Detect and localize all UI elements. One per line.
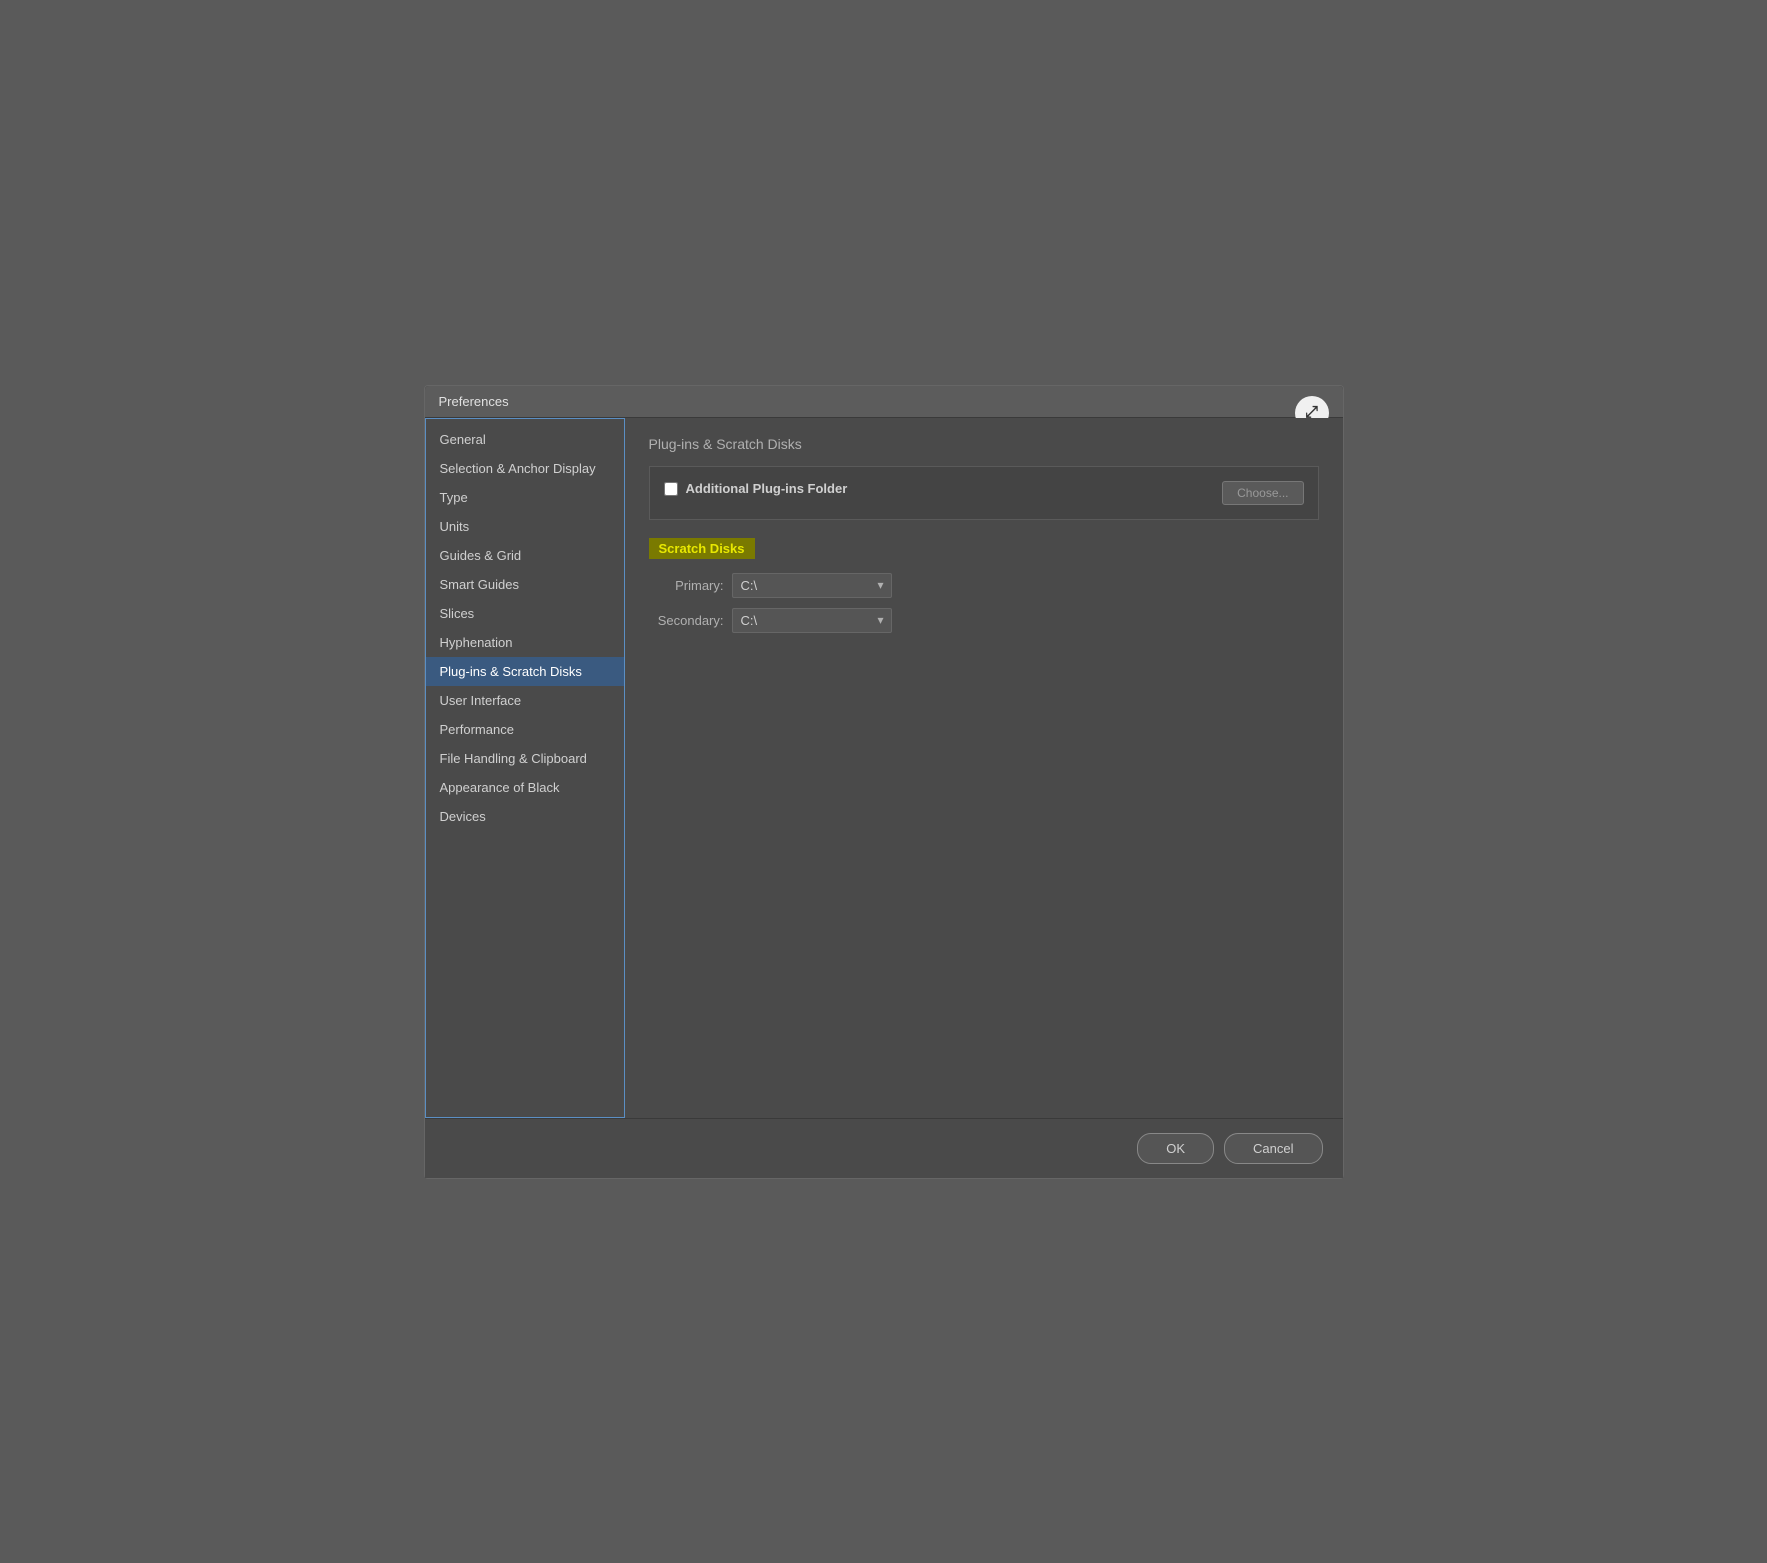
sidebar-item-plugins-scratch-disks[interactable]: Plug-ins & Scratch Disks (426, 657, 624, 686)
secondary-select-wrapper: C:\ D:\ E:\ None (732, 608, 892, 633)
sidebar-item-general[interactable]: General (426, 425, 624, 454)
choose-button[interactable]: Choose... (1222, 481, 1303, 505)
sidebar-item-devices[interactable]: Devices (426, 802, 624, 831)
plugins-folder-label: Additional Plug-ins Folder (686, 481, 848, 496)
dialog-footer: OK Cancel (425, 1118, 1343, 1178)
ok-button[interactable]: OK (1137, 1133, 1214, 1164)
dialog-body: General Selection & Anchor Display Type … (425, 418, 1343, 1118)
dialog-title: Preferences (439, 394, 509, 409)
sidebar: General Selection & Anchor Display Type … (425, 418, 625, 1118)
sidebar-item-guides-grid[interactable]: Guides & Grid (426, 541, 624, 570)
section-title: Plug-ins & Scratch Disks (649, 436, 1319, 452)
sidebar-item-selection-anchor-display[interactable]: Selection & Anchor Display (426, 454, 624, 483)
sidebar-item-smart-guides[interactable]: Smart Guides (426, 570, 624, 599)
secondary-label: Secondary: (649, 613, 724, 628)
sidebar-item-hyphenation[interactable]: Hyphenation (426, 628, 624, 657)
plugins-folder-row: Additional Plug-ins Folder (664, 481, 848, 496)
primary-select-wrapper: C:\ D:\ E:\ None (732, 573, 892, 598)
sidebar-item-slices[interactable]: Slices (426, 599, 624, 628)
sidebar-item-user-interface[interactable]: User Interface (426, 686, 624, 715)
secondary-disk-row: Secondary: C:\ D:\ E:\ None (649, 608, 1319, 633)
secondary-disk-select[interactable]: C:\ D:\ E:\ None (732, 608, 892, 633)
sidebar-item-performance[interactable]: Performance (426, 715, 624, 744)
plugins-folder-section: Additional Plug-ins Folder Choose... (649, 466, 1319, 520)
primary-label: Primary: (649, 578, 724, 593)
scratch-disks-section: Scratch Disks Primary: C:\ D:\ E:\ None (649, 538, 1319, 633)
sidebar-item-file-handling-clipboard[interactable]: File Handling & Clipboard (426, 744, 624, 773)
primary-disk-row: Primary: C:\ D:\ E:\ None (649, 573, 1319, 598)
primary-disk-select[interactable]: C:\ D:\ E:\ None (732, 573, 892, 598)
main-content: Plug-ins & Scratch Disks Additional Plug… (625, 418, 1343, 1118)
plugins-folder-checkbox[interactable] (664, 482, 678, 496)
sidebar-item-units[interactable]: Units (426, 512, 624, 541)
cancel-button[interactable]: Cancel (1224, 1133, 1322, 1164)
dialog-title-bar: Preferences (425, 386, 1343, 418)
preferences-dialog: Preferences ⤢ General Selection & Anchor… (424, 385, 1344, 1179)
scratch-disks-label: Scratch Disks (649, 538, 755, 559)
sidebar-item-appearance-of-black[interactable]: Appearance of Black (426, 773, 624, 802)
sidebar-item-type[interactable]: Type (426, 483, 624, 512)
